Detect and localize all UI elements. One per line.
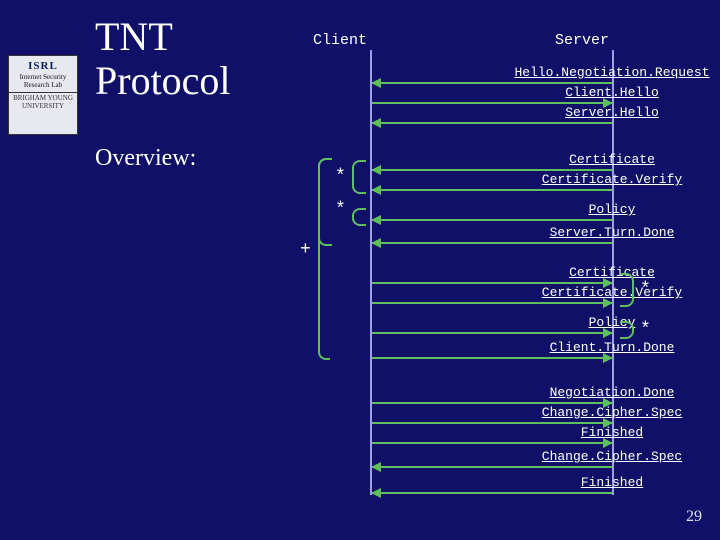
msg-client-turn-done: Client.Turn.Done bbox=[372, 343, 612, 359]
logo-uni-2: UNIVERSITY bbox=[22, 102, 64, 110]
lbl: Server.Hello bbox=[492, 105, 720, 120]
lbl: Certificate.Verify bbox=[492, 172, 720, 187]
plus: + bbox=[300, 240, 311, 260]
bracket-plus-outer bbox=[318, 158, 330, 360]
msg-policy-1: Policy bbox=[372, 205, 612, 221]
msg-change-cipher-spec-2: Change.Cipher.Spec bbox=[372, 452, 612, 468]
overview-label: Overview: bbox=[95, 145, 196, 172]
page-number: 29 bbox=[686, 508, 702, 526]
msg-certificate-1: Certificate bbox=[372, 155, 612, 171]
msg-finished-1: Finished bbox=[372, 428, 612, 444]
msg-hello-neg-request: Hello.Negotiation.Request bbox=[372, 68, 612, 84]
lbl: Change.Cipher.Spec bbox=[492, 449, 720, 464]
logo-university: BRIGHAM YOUNG UNIVERSITY bbox=[9, 92, 77, 110]
logo-lab: Internet Security Research Lab bbox=[20, 73, 67, 89]
star-2: * bbox=[335, 200, 346, 220]
msg-client-hello: Client.Hello bbox=[372, 88, 612, 104]
lbl: Policy bbox=[492, 202, 720, 217]
bracket-star-4 bbox=[620, 321, 634, 339]
msg-change-cipher-spec-1: Change.Cipher.Spec bbox=[372, 408, 612, 424]
slide: { "logo":{"acronym":"ISRL","line1":"Inte… bbox=[0, 0, 720, 540]
bracket-star-1 bbox=[352, 160, 366, 194]
title-line-2: Protocol bbox=[95, 58, 231, 103]
client-label: Client bbox=[313, 32, 367, 49]
slide-title: TNT Protocol bbox=[95, 15, 231, 103]
msg-negotiation-done: Negotiation.Done bbox=[372, 388, 612, 404]
lbl: Finished bbox=[492, 475, 720, 490]
msg-certificate-verify-1: Certificate.Verify bbox=[372, 175, 612, 191]
msg-server-turn-done: Server.Turn.Done bbox=[372, 228, 612, 244]
msg-policy-2: Policy bbox=[372, 318, 612, 334]
msg-certificate-verify-2: Certificate.Verify bbox=[372, 288, 612, 304]
star-1: * bbox=[335, 167, 346, 187]
bracket-star-2 bbox=[352, 208, 366, 226]
isrl-logo: ISRL Internet Security Research Lab BRIG… bbox=[8, 55, 78, 135]
star-4: * bbox=[640, 320, 651, 340]
star-3: * bbox=[640, 280, 651, 300]
server-label: Server bbox=[555, 32, 609, 49]
logo-acronym: ISRL bbox=[9, 60, 77, 72]
msg-finished-2: Finished bbox=[372, 478, 612, 494]
msg-server-hello: Server.Hello bbox=[372, 108, 612, 124]
lbl: Certificate bbox=[492, 152, 720, 167]
msg-certificate-2: Certificate bbox=[372, 268, 612, 284]
title-line-1: TNT bbox=[95, 14, 173, 59]
lbl: Hello.Negotiation.Request bbox=[492, 65, 720, 80]
lbl: Server.Turn.Done bbox=[492, 225, 720, 240]
bracket-star-3 bbox=[620, 273, 634, 307]
